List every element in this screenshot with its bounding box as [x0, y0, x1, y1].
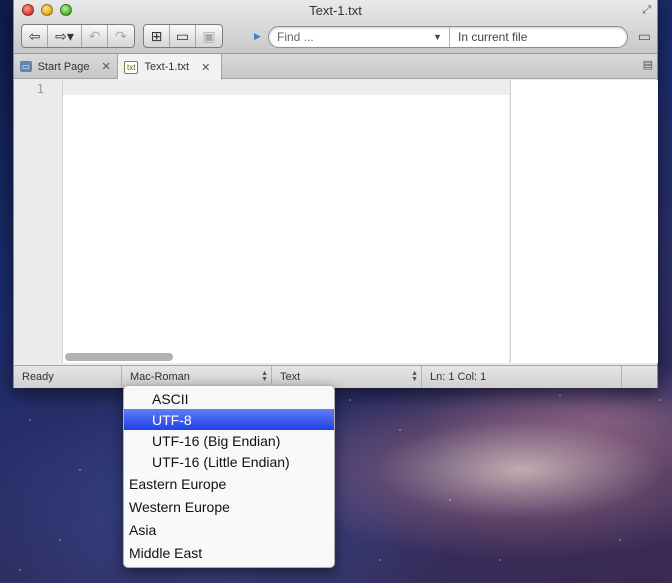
title-bar: Text-1.txt ⤢ ⇦ ⇨▾ ↶ ↷ ⊞ ▭ ▣ ▶ ▼ In curre… — [14, 0, 657, 54]
close-icon[interactable]: ✕ — [201, 61, 210, 74]
side-panel — [510, 80, 658, 363]
tab-menu-icon[interactable]: ▤ — [643, 58, 653, 71]
play-icon[interactable]: ▶ — [254, 31, 261, 42]
updown-arrows-icon: ▲ ▼ — [261, 370, 268, 383]
txt-file-icon: txt — [124, 60, 139, 74]
window-title: Text-1.txt — [309, 3, 362, 18]
menu-item-middle-east[interactable]: Middle East — [124, 541, 334, 564]
position-label: Ln: 1 Col: 1 — [430, 371, 487, 383]
chevron-down-icon[interactable]: ▼ — [433, 32, 449, 42]
find-input[interactable] — [269, 30, 429, 44]
editor-window: Text-1.txt ⤢ ⇦ ⇨▾ ↶ ↷ ⊞ ▭ ▣ ▶ ▼ In curre… — [13, 0, 658, 388]
folder-icon[interactable]: ▭ — [170, 25, 196, 47]
current-line-highlight — [63, 80, 509, 95]
menu-item-asia[interactable]: Asia — [124, 518, 334, 541]
close-icon[interactable]: ✕ — [102, 60, 111, 73]
horizontal-scrollbar[interactable] — [65, 353, 173, 361]
redo-icon[interactable]: ↷ — [108, 25, 134, 47]
arrow-left-icon[interactable]: ⇦ — [22, 25, 48, 47]
status-label: Ready — [22, 371, 54, 383]
tab-bar: ▭ Start Page ✕ txt Text-1.txt ✕ ▤ — [14, 54, 657, 80]
cursor-position: Ln: 1 Col: 1 — [422, 366, 622, 388]
tab-text-1[interactable]: txt Text-1.txt ✕ — [118, 54, 222, 80]
line-number: 1 — [36, 82, 44, 96]
updown-arrows-icon: ▲ ▼ — [411, 370, 418, 383]
menu-item-utf-16-le[interactable]: UTF-16 (Little Endian) — [124, 451, 334, 472]
menu-item-utf-8[interactable]: UTF-8 — [124, 409, 334, 430]
new-file-icon[interactable]: ⊞ — [144, 25, 170, 47]
encoding-dropdown-menu: ASCII UTF-8 UTF-16 (Big Endian) UTF-16 (… — [123, 385, 335, 568]
menu-item-eastern-europe[interactable]: Eastern Europe — [124, 472, 334, 495]
status-bar: Ready Mac-Roman ▲ ▼ Text ▲ ▼ Ln: 1 Col: 1 — [14, 365, 657, 388]
arrow-right-icon[interactable]: ⇨▾ — [48, 25, 82, 47]
fullscreen-icon[interactable]: ⤢ — [642, 4, 651, 17]
navigation-group: ⇦ ⇨▾ ↶ ↷ — [21, 24, 135, 48]
toolbar: ⇦ ⇨▾ ↶ ↷ ⊞ ▭ ▣ — [21, 24, 223, 48]
status-text: Ready — [14, 366, 122, 388]
file-group: ⊞ ▭ ▣ — [143, 24, 223, 48]
undo-icon[interactable]: ↶ — [82, 25, 108, 47]
tab-label: Start Page — [37, 60, 90, 73]
open-folder-icon[interactable]: ▭ — [638, 28, 651, 45]
line-gutter: 1 — [14, 80, 63, 363]
encoding-label: Mac-Roman — [130, 371, 190, 383]
menu-item-western-europe[interactable]: Western Europe — [124, 495, 334, 518]
menu-item-utf-16-be[interactable]: UTF-16 (Big Endian) — [124, 430, 334, 451]
tab-label: Text-1.txt — [144, 61, 190, 73]
text-editor[interactable] — [63, 80, 509, 363]
save-icon[interactable]: ▣ — [196, 25, 222, 47]
find-scope-select[interactable]: In current file — [449, 27, 527, 47]
tab-start-page[interactable]: ▭ Start Page ✕ — [14, 54, 118, 79]
start-page-icon: ▭ — [20, 61, 32, 72]
language-label: Text — [280, 371, 301, 383]
find-bar: ▼ In current file — [268, 26, 628, 48]
menu-item-ascii[interactable]: ASCII — [124, 388, 334, 409]
